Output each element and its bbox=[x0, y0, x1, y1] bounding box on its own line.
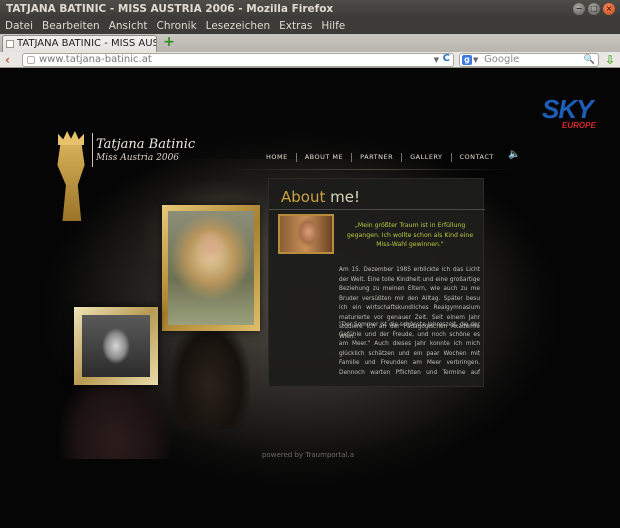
about-title-accent: About bbox=[281, 188, 326, 206]
about-title: About me! bbox=[281, 188, 360, 206]
menu-extras[interactable]: Extras bbox=[279, 20, 312, 32]
about-divider bbox=[269, 209, 485, 210]
crown-icon bbox=[58, 131, 84, 145]
engine-dropdown-icon[interactable]: ▼ bbox=[473, 54, 478, 66]
nav-home[interactable]: HOME bbox=[258, 153, 296, 161]
about-title-rest: me! bbox=[325, 188, 360, 206]
window-titlebar: TATJANA BATINIC - MISS AUSTRIA 2006 - Mo… bbox=[0, 0, 620, 18]
portrait-frame bbox=[162, 205, 260, 331]
tab-tatjana-batinic[interactable]: TATJANA BATINIC - MISS AUST... bbox=[2, 35, 157, 52]
powered-by-text[interactable]: powered by Traumportal.a bbox=[262, 451, 354, 459]
nav-underline bbox=[225, 169, 515, 170]
url-bar[interactable]: www.tatjana-batinic.at ▼ C bbox=[22, 53, 454, 67]
about-paragraph-2: "Der Sommer ist die schönste Jahreszeit,… bbox=[339, 322, 480, 376]
nav-about-me[interactable]: ABOUT ME bbox=[297, 153, 351, 161]
page-viewport: Tatjana Batinic Miss Austria 2006 SKY EU… bbox=[0, 69, 620, 528]
new-tab-button[interactable]: + bbox=[163, 35, 175, 49]
search-icon[interactable]: 🔍 bbox=[584, 54, 595, 66]
close-button[interactable]: × bbox=[603, 3, 615, 15]
search-input[interactable]: g ▼ Google 🔍 bbox=[459, 53, 599, 67]
google-icon[interactable]: g bbox=[462, 55, 472, 65]
window-title: TATJANA BATINIC - MISS AUSTRIA 2006 - Mo… bbox=[6, 3, 334, 15]
speaker-icon[interactable]: 🔈 bbox=[508, 149, 520, 160]
menu-lesezeichen[interactable]: Lesezeichen bbox=[206, 20, 271, 32]
download-icon[interactable]: ⇩ bbox=[605, 52, 615, 68]
about-quote: „Mein größter Traum ist in Erfüllung geg… bbox=[346, 222, 474, 248]
tab-bar: TATJANA BATINIC - MISS AUST... + bbox=[0, 34, 620, 52]
window-controls: − □ × bbox=[573, 3, 615, 15]
site-navigation: HOME ABOUT ME PARTNER GALLERY CONTACT bbox=[258, 151, 502, 163]
reload-icon[interactable]: C bbox=[443, 53, 450, 65]
about-panel: About me! „Mein größter Traum ist in Erf… bbox=[268, 178, 485, 387]
search-placeholder: Google bbox=[484, 54, 520, 65]
back-button[interactable]: ‹ bbox=[5, 52, 10, 68]
site-identity-icon[interactable] bbox=[27, 56, 35, 64]
menu-ansicht[interactable]: Ansicht bbox=[109, 20, 148, 32]
sky-europe-logo[interactable]: SKY EUROPE bbox=[542, 95, 612, 135]
plant-right bbox=[170, 319, 250, 429]
tab-label: TATJANA BATINIC - MISS AUST... bbox=[17, 38, 157, 49]
logo-subtitle: Miss Austria 2006 bbox=[96, 153, 180, 163]
europe-wordmark: EUROPE bbox=[562, 121, 596, 130]
nav-partner[interactable]: PARTNER bbox=[352, 153, 401, 161]
logo-figure bbox=[57, 141, 85, 221]
url-text: www.tatjana-batinic.at bbox=[39, 54, 152, 65]
nav-contact[interactable]: CONTACT bbox=[452, 153, 502, 161]
menu-datei[interactable]: Datei bbox=[5, 20, 33, 32]
menu-bar: Datei Bearbeiten Ansicht Chronik Lesezei… bbox=[0, 18, 620, 34]
minimize-button[interactable]: − bbox=[573, 3, 585, 15]
menu-hilfe[interactable]: Hilfe bbox=[321, 20, 345, 32]
nav-gallery[interactable]: GALLERY bbox=[402, 153, 450, 161]
page-icon bbox=[6, 40, 14, 48]
navigation-bar: ‹ www.tatjana-batinic.at ▼ C g ▼ Google … bbox=[0, 52, 620, 68]
menu-chronik[interactable]: Chronik bbox=[157, 20, 197, 32]
chevron-down-icon[interactable]: ▼ bbox=[434, 54, 439, 66]
menu-bearbeiten[interactable]: Bearbeiten bbox=[42, 20, 100, 32]
small-photo-frame bbox=[74, 307, 158, 385]
logo-divider bbox=[92, 133, 93, 167]
about-thumbnail-photo bbox=[278, 214, 334, 254]
logo-name: Tatjana Batinic bbox=[96, 137, 196, 152]
bw-portrait-photo bbox=[82, 315, 150, 377]
portrait-photo bbox=[168, 211, 254, 325]
maximize-button[interactable]: □ bbox=[588, 3, 600, 15]
sky-wordmark: SKY bbox=[542, 94, 593, 124]
